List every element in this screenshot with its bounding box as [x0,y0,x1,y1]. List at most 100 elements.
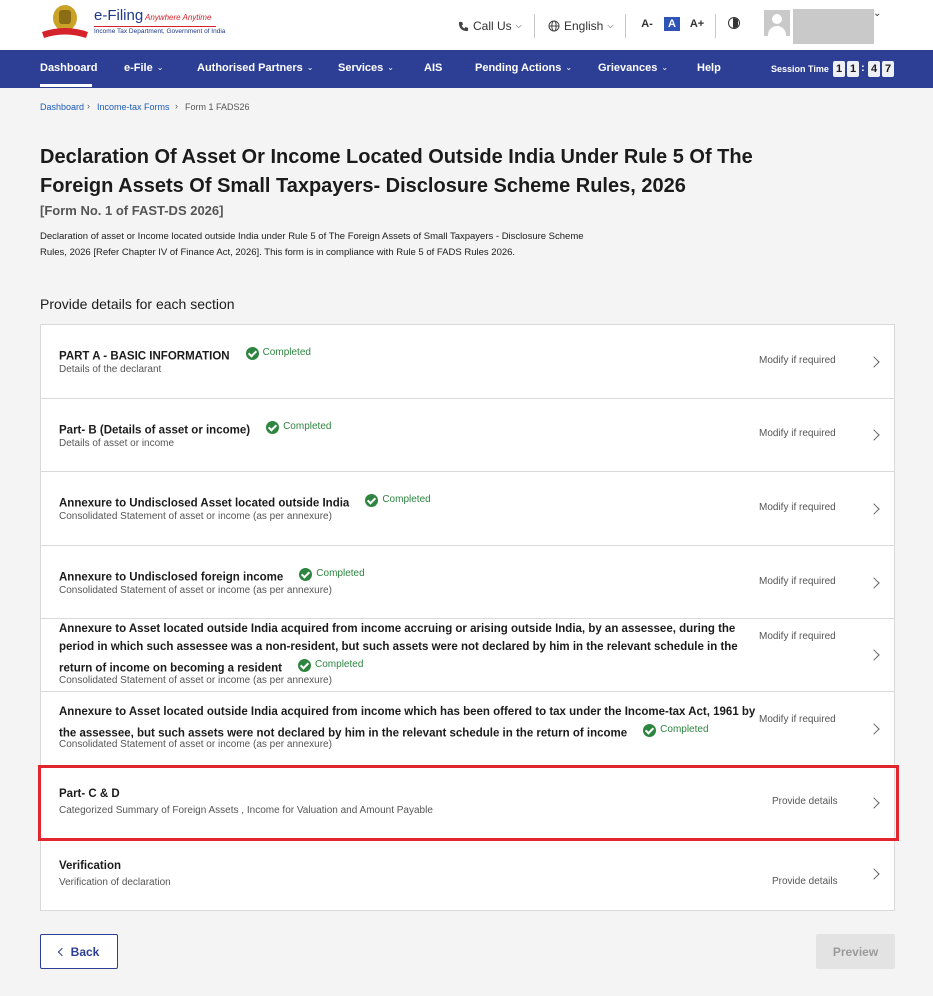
top-header: e-Filing Anywhere Anytime Income Tax Dep… [0,0,933,50]
font-increase-button[interactable]: A+ [689,17,705,31]
back-label: Back [70,944,100,959]
section-subtitle: Details of the declarant [59,364,162,375]
breadcrumb-separator: › [87,101,90,111]
chevron-down-icon: ⌵ [515,21,522,30]
nav-pending-actions[interactable]: Pending Actions ⌄ [475,62,572,74]
breadcrumb-dashboard[interactable]: Dashboard [40,102,84,112]
logo-subtitle: Income Tax Department, Government of Ind… [94,28,226,35]
chevron-right-icon[interactable] [868,723,880,735]
logo-tagline: Anywhere Anytime [145,13,212,22]
chevron-right-icon[interactable] [868,649,880,661]
nav-active-indicator [40,84,92,87]
check-circle-icon [266,420,280,434]
call-us-menu[interactable]: Call Us ⌵ [458,17,522,35]
phone-icon [458,21,469,31]
status-badge: Completed [266,418,331,436]
session-colon: : [861,62,865,74]
section-row-part-b[interactable]: Part- B (Details of asset or income) Comp… [41,399,894,472]
chevron-right-icon[interactable] [868,503,880,515]
nav-services[interactable]: Services ⌄ [338,62,394,74]
section-row-verification[interactable]: Verification Verification of declaration… [41,840,894,912]
check-circle-icon [365,493,379,507]
status-badge: Completed [245,344,311,362]
provide-details-link[interactable]: Provide details [772,876,838,887]
font-decrease-button[interactable]: A- [639,17,655,31]
section-row-asset-nonresident[interactable]: Annexure to Asset located outside India … [41,619,894,692]
modify-link[interactable]: Modify if required [759,428,836,439]
breadcrumb-income-tax-forms[interactable]: Income-tax Forms [97,102,170,112]
section-title: PART A - BASIC INFORMATION Completed [59,344,311,366]
section-title: Annexure to Asset located outside India … [59,620,759,678]
status-badge: Completed [643,721,709,739]
chevron-right-icon[interactable] [868,356,880,368]
section-row-undisclosed-income[interactable]: Annexure to Undisclosed foreign income Co… [41,546,894,619]
section-title: Verification [59,860,121,872]
chevron-down-icon: ⌄ [661,63,669,72]
chevron-down-icon: ⌄ [306,63,314,72]
preview-label: Preview [832,944,879,959]
call-us-label: Call Us [473,19,512,33]
chevron-right-icon[interactable] [868,429,880,441]
section-title: Annexure to Undisclosed Asset located ou… [59,491,431,513]
session-time-label: Session Time [771,64,829,74]
check-circle-icon [245,346,259,360]
section-row-undisclosed-asset[interactable]: Annexure to Undisclosed Asset located ou… [41,472,894,546]
section-title-line: Annexure to Asset located outside India … [59,706,756,718]
user-name-redacted[interactable] [793,9,874,44]
form-number: [Form No. 1 of FAST-DS 2026] [40,203,224,218]
emblem-icon [42,5,88,38]
modify-link[interactable]: Modify if required [759,355,836,366]
preview-button[interactable]: Preview [816,934,895,969]
session-digit: 4 [868,61,880,77]
section-subtitle: Consolidated Statement of asset or incom… [59,739,332,750]
chevron-down-icon[interactable]: ⌄ [873,8,881,19]
font-normal-button[interactable]: A [664,17,680,31]
chevron-right-icon[interactable] [868,577,880,589]
main-nav: Dashboard e-File ⌄ Authorised Partners ⌄ S… [0,50,933,88]
section-subtitle: Verification of declaration [59,877,171,888]
language-selector[interactable]: English ⌵ [548,17,613,35]
session-digit: 7 [882,61,894,77]
section-row-asset-taxed-income[interactable]: Annexure to Asset located outside India … [41,692,894,766]
section-subtitle: Consolidated Statement of asset or incom… [59,585,332,596]
divider [715,14,716,38]
nav-dashboard[interactable]: Dashboard [40,62,97,74]
chevron-left-icon [57,947,66,956]
page-description: Declaration of asset or Income located o… [40,231,584,258]
modify-link[interactable]: Modify if required [759,714,836,725]
nav-grievances[interactable]: Grievances ⌄ [598,62,668,74]
contrast-toggle-icon[interactable] [728,17,740,29]
logo-divider [94,26,216,27]
status-badge: Completed [299,565,365,583]
chevron-down-icon: ⌄ [156,63,164,72]
avatar[interactable] [764,10,790,36]
efiling-logo[interactable]: e-Filing Anywhere Anytime Income Tax Dep… [40,4,225,44]
check-circle-icon [299,567,313,581]
section-subtitle: Consolidated Statement of asset or incom… [59,511,332,522]
session-digit: 1 [833,61,845,77]
divider [625,14,626,38]
nav-efile[interactable]: e-File ⌄ [124,62,163,74]
highlight-box [38,765,899,841]
page-title: Declaration Of Asset Or Income Located O… [40,146,753,197]
modify-link[interactable]: Modify if required [759,576,836,587]
chevron-down-icon: ⌄ [565,63,573,72]
nav-ais[interactable]: AIS [424,62,442,74]
back-button[interactable]: Back [40,934,118,969]
breadcrumb-current: Form 1 FADS26 [185,102,250,112]
status-badge: Completed [365,491,431,509]
modify-link[interactable]: Modify if required [759,631,836,642]
section-heading: Provide details for each section [40,296,235,312]
section-subtitle: Details of asset or income [59,438,175,449]
session-digit: 1 [847,61,859,77]
logo-title: e-Filing [94,7,144,24]
language-label: English [564,19,604,33]
nav-authorised-partners[interactable]: Authorised Partners ⌄ [197,62,313,74]
modify-link[interactable]: Modify if required [759,502,836,513]
section-title-line: period in which such assessee was a non-… [59,641,738,653]
nav-help[interactable]: Help [697,62,721,74]
chevron-right-icon[interactable] [868,868,880,880]
section-subtitle: Consolidated Statement of asset or incom… [59,675,332,686]
chevron-down-icon: ⌄ [387,63,394,72]
section-row-part-a[interactable]: PART A - BASIC INFORMATION Completed Deta… [41,325,894,399]
